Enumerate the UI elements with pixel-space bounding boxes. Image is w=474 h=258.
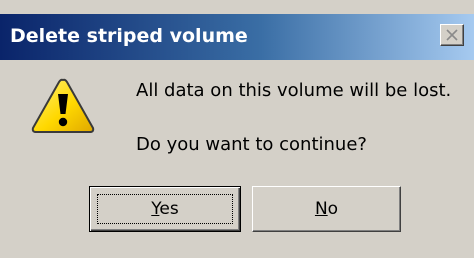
close-icon — [446, 29, 458, 41]
no-button-label: No — [315, 199, 338, 219]
no-mnemonic: N — [314, 199, 328, 219]
warning-icon — [31, 78, 95, 133]
yes-label-rest: es — [159, 199, 179, 219]
yes-button[interactable]: Yes — [89, 186, 241, 232]
message-line-1: All data on this volume will be lost. — [136, 80, 452, 101]
no-button[interactable]: No — [252, 186, 401, 232]
close-button[interactable] — [440, 24, 464, 46]
dialog-title: Delete striped volume — [10, 25, 248, 47]
yes-button-label: Yes — [151, 199, 178, 219]
delete-striped-volume-dialog: Delete striped volume All data on this v… — [0, 0, 474, 258]
message-line-2: Do you want to continue? — [136, 134, 367, 155]
no-label-rest: o — [327, 199, 339, 219]
dialog-bottom-frame — [0, 252, 474, 258]
title-bar[interactable]: Delete striped volume — [0, 14, 474, 60]
